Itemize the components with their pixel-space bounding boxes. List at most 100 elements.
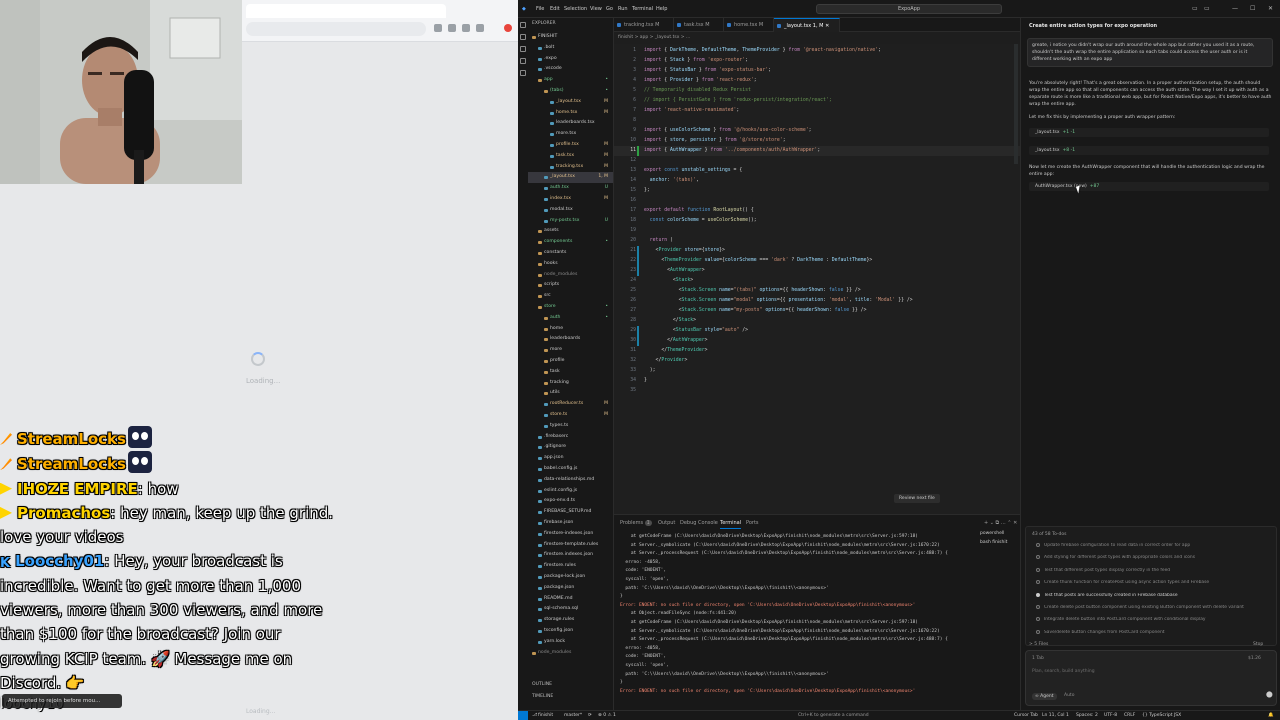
- explorer-item[interactable]: .gitignore: [528, 442, 613, 453]
- code-line[interactable]: 30 </AuthWrapper>: [614, 336, 1020, 346]
- explorer-item[interactable]: src: [528, 291, 613, 302]
- status-branch[interactable]: master*: [564, 713, 582, 718]
- todo-item[interactable]: Test that posts are successfully created…: [1036, 592, 1272, 598]
- explorer-item[interactable]: firebase.json: [528, 518, 613, 529]
- code-line[interactable]: 12: [614, 156, 1020, 166]
- new-terminal-icon[interactable]: + ⌄ ⧉ … ⌃ ✕: [984, 520, 1017, 526]
- status-language[interactable]: {} TypeScript JSX: [1142, 713, 1181, 718]
- explorer-item[interactable]: app.json: [528, 453, 613, 464]
- tab-output[interactable]: Output: [658, 520, 675, 526]
- browser-tab[interactable]: [246, 4, 446, 18]
- menu-run[interactable]: Run: [618, 6, 628, 12]
- edited-file-chip[interactable]: _layout.tsx +8 -1: [1029, 146, 1269, 155]
- explorer-item[interactable]: profile: [528, 356, 613, 367]
- close-tab-icon[interactable]: ✕: [825, 23, 829, 29]
- tab-tracking[interactable]: tracking.tsx M: [614, 18, 674, 32]
- files-changed[interactable]: > 5 Files: [1029, 642, 1048, 647]
- code-line[interactable]: 16: [614, 196, 1020, 206]
- explorer-item[interactable]: storage.rules: [528, 615, 613, 626]
- explorer-item[interactable]: expo-env.d.ts: [528, 496, 613, 507]
- explorer-item[interactable]: sql-schema.sql: [528, 604, 613, 615]
- tab-debug-console[interactable]: Debug Console: [680, 520, 718, 526]
- explorer-item[interactable]: tsconfig.json: [528, 626, 613, 637]
- explorer-item[interactable]: package-lock.json: [528, 572, 613, 583]
- tab-home[interactable]: home.tsx M: [724, 18, 774, 32]
- code-line[interactable]: 14 anchor: '(tabs)',: [614, 176, 1020, 186]
- tab-layout[interactable]: _layout.tsx 1, M ✕: [774, 18, 840, 32]
- status-position[interactable]: Ln 11, Col 1: [1042, 713, 1069, 718]
- send-icon[interactable]: ⬤: [1266, 691, 1273, 698]
- explorer-icon[interactable]: [520, 22, 526, 28]
- explorer-item[interactable]: store •: [528, 302, 613, 313]
- code-line[interactable]: 11 import { AuthWrapper } from '../compon…: [614, 146, 1020, 156]
- explorer-item[interactable]: index.tsx M: [528, 194, 613, 205]
- todo-item[interactable]: Integrate delete button into PostCard co…: [1036, 617, 1272, 622]
- explorer-item[interactable]: firestore-template.rules: [528, 540, 613, 551]
- explorer-item[interactable]: auth •: [528, 313, 613, 324]
- menu-selection[interactable]: Selection: [564, 6, 587, 12]
- explorer-item[interactable]: tracking: [528, 378, 613, 389]
- explorer-item[interactable]: data-relationships.md: [528, 475, 613, 486]
- code-line[interactable]: 2 import { Stack } from 'expo-router';: [614, 56, 1020, 66]
- explorer-item[interactable]: home: [528, 324, 613, 335]
- status-cursor-tab[interactable]: Cursor Tab: [1014, 713, 1038, 718]
- explorer-item[interactable]: eslint.config.js: [528, 486, 613, 497]
- code-line[interactable]: 3 import { StatusBar } from 'expo-status-…: [614, 66, 1020, 76]
- command-center-search[interactable]: ExpoApp: [816, 4, 1002, 14]
- tab-task[interactable]: task.tsx M: [674, 18, 724, 32]
- explorer-item[interactable]: leaderboards: [528, 334, 613, 345]
- code-line[interactable]: 24 <Stack>: [614, 276, 1020, 286]
- code-line[interactable]: 19: [614, 226, 1020, 236]
- code-line[interactable]: 23 <AuthWrapper>: [614, 266, 1020, 276]
- explorer-item[interactable]: home.tsx M: [528, 108, 613, 119]
- explorer-item[interactable]: FIREBASE_SETUP.md: [528, 507, 613, 518]
- explorer-item[interactable]: node_modules: [528, 648, 613, 659]
- chat-input-placeholder[interactable]: Plan, search, build anything: [1032, 669, 1095, 674]
- menu-terminal[interactable]: Terminal: [632, 6, 653, 12]
- explorer-item[interactable]: README.md: [528, 594, 613, 605]
- code-line[interactable]: 31 </ThemeProvider>: [614, 346, 1020, 356]
- explorer-item[interactable]: tracking.tsx M: [528, 162, 613, 173]
- status-encoding[interactable]: UTF-8: [1104, 713, 1117, 718]
- explorer-item[interactable]: (tabs) •: [528, 86, 613, 97]
- explorer-item[interactable]: firestore.indexes.json: [528, 550, 613, 561]
- panel-toggle-icon[interactable]: ▭: [1204, 5, 1210, 12]
- code-line[interactable]: 6 // import { PersistGate } from 'redux-p…: [614, 96, 1020, 106]
- explorer-item[interactable]: my-posts.tsx U: [528, 216, 613, 227]
- outline-section[interactable]: OUTLINE: [528, 680, 613, 691]
- tab-terminal[interactable]: Terminal: [720, 520, 742, 529]
- explorer-item[interactable]: babel.config.js: [528, 464, 613, 475]
- code-line[interactable]: 25 <Stack.Screen name="(tabs)" options={…: [614, 286, 1020, 296]
- profile-icon[interactable]: [462, 24, 470, 32]
- terminal-powershell[interactable]: powershell: [980, 531, 1020, 536]
- explorer-item[interactable]: package.json: [528, 583, 613, 594]
- code-line[interactable]: 7 import 'react-native-reanimated';: [614, 106, 1020, 116]
- timeline-section[interactable]: TIMELINE: [528, 692, 613, 703]
- code-editor[interactable]: 1 import { DarkTheme, DefaultTheme, Theme…: [614, 44, 1020, 514]
- model-select[interactable]: Auto: [1064, 693, 1074, 698]
- explorer-item[interactable]: .vscode: [528, 64, 613, 75]
- explorer-item[interactable]: constants: [528, 248, 613, 259]
- explorer-item[interactable]: components •: [528, 237, 613, 248]
- explorer-item[interactable]: rootReducer.ts M: [528, 399, 613, 410]
- tab-count[interactable]: 1 Tab: [1032, 656, 1044, 661]
- code-line[interactable]: 32 </Provider>: [614, 356, 1020, 366]
- terminal-bash[interactable]: bash finishit: [980, 540, 1020, 545]
- todo-item[interactable]: Save/delete button changes from PostCard…: [1036, 629, 1272, 635]
- explorer-item[interactable]: profile.tsx M: [528, 140, 613, 151]
- stop-button[interactable]: Stop: [1253, 642, 1263, 647]
- todo-title[interactable]: 43 of 58 To-dos: [1032, 532, 1066, 537]
- minimap[interactable]: [1014, 44, 1018, 164]
- code-line[interactable]: 33 );: [614, 366, 1020, 376]
- explorer-item[interactable]: node_modules: [528, 270, 613, 281]
- maximize-button[interactable]: ☐: [1250, 5, 1255, 12]
- new-file-chip[interactable]: AuthWrapper.tsx (new) +87: [1029, 182, 1269, 191]
- code-line[interactable]: 34}: [614, 376, 1020, 386]
- explorer-item[interactable]: store.ts M: [528, 410, 613, 421]
- layout-toggle-icon[interactable]: ▭: [1192, 5, 1198, 12]
- code-line[interactable]: 1 import { DarkTheme, DefaultTheme, Theme…: [614, 46, 1020, 56]
- explorer-item[interactable]: auth.tsx U: [528, 183, 613, 194]
- todo-item[interactable]: Test that different post types display c…: [1036, 567, 1272, 573]
- remote-indicator-icon[interactable]: [518, 711, 528, 720]
- menu-view[interactable]: View: [590, 6, 602, 12]
